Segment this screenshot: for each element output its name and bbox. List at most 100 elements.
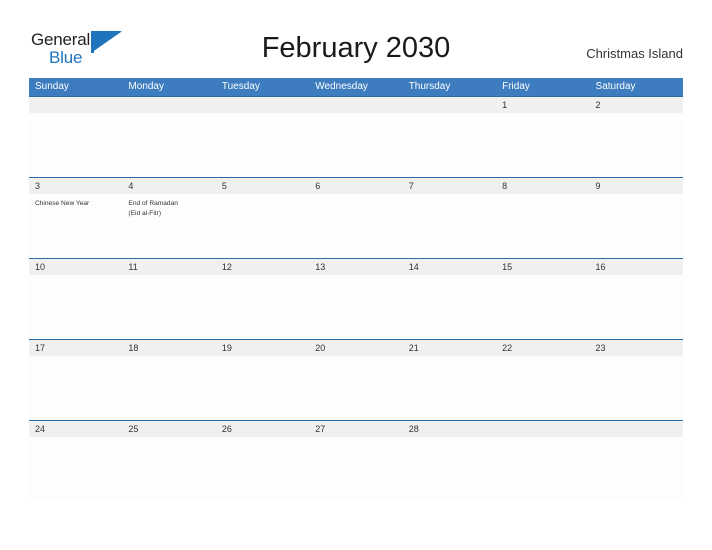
- day-number[interactable]: 20: [309, 340, 402, 356]
- day-cell-empty: [403, 356, 496, 420]
- day-cell-empty: [216, 113, 309, 177]
- day-cell-empty: [309, 194, 402, 258]
- calendar-week-row: 12: [29, 96, 683, 177]
- day-number[interactable]: 11: [122, 259, 215, 275]
- day-cell-empty: [496, 356, 589, 420]
- day-cell-empty: [496, 275, 589, 339]
- day-number[interactable]: 16: [590, 259, 683, 275]
- day-number[interactable]: 4: [122, 178, 215, 194]
- day-number[interactable]: 3: [29, 178, 122, 194]
- day-number-blank: [122, 97, 215, 113]
- calendar-week-row: 17 18 19 20 21 22 23: [29, 339, 683, 420]
- date-number-band: 24 25 26 27 28: [29, 421, 683, 437]
- day-cell-empty: [309, 275, 402, 339]
- event-text: Chinese New Year: [35, 200, 90, 207]
- event-text: (Eid al-Fitr): [128, 209, 162, 217]
- date-number-band: 17 18 19 20 21 22 23: [29, 340, 683, 356]
- day-number[interactable]: 14: [403, 259, 496, 275]
- event-band: [29, 437, 683, 501]
- calendar-week-row: 3 4 5 6 7 8 9 Chinese New Year End of Ramadan (Ei…: [29, 177, 683, 258]
- day-cell-empty: [122, 275, 215, 339]
- day-cell-empty: [403, 194, 496, 258]
- locale-label: Christmas Island: [586, 46, 683, 61]
- day-events[interactable]: Chinese New Year: [29, 194, 122, 258]
- day-number-blank: [590, 421, 683, 437]
- day-cell-empty: [496, 113, 589, 177]
- day-number[interactable]: 24: [29, 421, 122, 437]
- day-events[interactable]: End of Ramadan (Eid al-Fitr): [122, 194, 215, 258]
- month-calendar: Sunday Monday Tuesday Wednesday Thursday…: [29, 78, 683, 501]
- day-number[interactable]: 9: [590, 178, 683, 194]
- day-number[interactable]: 13: [309, 259, 402, 275]
- day-cell-empty: [590, 113, 683, 177]
- day-cell-empty: [309, 113, 402, 177]
- day-cell-empty: [403, 275, 496, 339]
- day-number[interactable]: 2: [590, 97, 683, 113]
- page-header: General Blue February 2030 Christmas Isl…: [0, 0, 712, 78]
- day-number[interactable]: 25: [122, 421, 215, 437]
- day-cell-empty: [216, 275, 309, 339]
- calendar-weeks: 1 2 3 4 5 6 7 8 9 Chinese New Year End of Ramadan(…: [29, 96, 683, 501]
- weekday-header-row: Sunday Monday Tuesday Wednesday Thursday…: [29, 78, 683, 96]
- event-band: [29, 275, 683, 339]
- day-number-blank: [309, 97, 402, 113]
- calendar-week-row: 10 11 12 13 14 15 16: [29, 258, 683, 339]
- day-cell-empty: [590, 437, 683, 501]
- day-cell-empty: [122, 437, 215, 501]
- day-number[interactable]: 28: [403, 421, 496, 437]
- day-cell-empty: [496, 194, 589, 258]
- day-number[interactable]: 6: [309, 178, 402, 194]
- day-cell-empty: [590, 194, 683, 258]
- day-cell-empty: [403, 437, 496, 501]
- day-cell-empty: [590, 275, 683, 339]
- day-number[interactable]: 18: [122, 340, 215, 356]
- date-number-band: 10 11 12 13 14 15 16: [29, 259, 683, 275]
- day-cell-empty: [29, 437, 122, 501]
- day-number[interactable]: 8: [496, 178, 589, 194]
- day-number[interactable]: 26: [216, 421, 309, 437]
- day-number-blank: [496, 421, 589, 437]
- weekday-saturday: Saturday: [595, 81, 636, 92]
- date-number-band: 3456789: [29, 178, 683, 194]
- day-number[interactable]: 22: [496, 340, 589, 356]
- day-cell-empty: [29, 275, 122, 339]
- day-cell-empty: [29, 356, 122, 420]
- event-band: Chinese New Year End of Ramadan (Eid al-Fi…: [29, 194, 683, 258]
- day-cell-empty: [29, 113, 122, 177]
- day-number-blank: [216, 97, 309, 113]
- event-text: End of Ramadan: [128, 200, 178, 207]
- day-number[interactable]: 23: [590, 340, 683, 356]
- weekday-friday: Friday: [502, 81, 530, 92]
- day-number-blank: [403, 97, 496, 113]
- day-number[interactable]: 12: [216, 259, 309, 275]
- weekday-wednesday: Wednesday: [315, 81, 368, 92]
- calendar-page: General Blue February 2030 Christmas Isl…: [0, 0, 712, 550]
- day-cell-empty: [309, 356, 402, 420]
- day-number[interactable]: 10: [29, 259, 122, 275]
- day-cell-empty: [216, 356, 309, 420]
- day-cell-empty: [216, 194, 309, 258]
- day-cell-empty: [122, 113, 215, 177]
- calendar-week-row: 24 25 26 27 28: [29, 420, 683, 501]
- day-cell-empty: [496, 437, 589, 501]
- day-number[interactable]: 27: [309, 421, 402, 437]
- weekday-sunday: Sunday: [35, 81, 69, 92]
- day-number[interactable]: 15: [496, 259, 589, 275]
- event-band: [29, 113, 683, 177]
- event-band: [29, 356, 683, 420]
- date-number-band: 12: [29, 97, 683, 113]
- day-number[interactable]: 19: [216, 340, 309, 356]
- day-number[interactable]: 1: [496, 97, 589, 113]
- day-cell-empty: [403, 113, 496, 177]
- day-cell-empty: [216, 437, 309, 501]
- day-number[interactable]: 21: [403, 340, 496, 356]
- weekday-monday: Monday: [128, 81, 164, 92]
- day-cell-empty: [122, 356, 215, 420]
- day-number[interactable]: 5: [216, 178, 309, 194]
- day-cell-empty: [590, 356, 683, 420]
- weekday-thursday: Thursday: [408, 81, 451, 92]
- day-number[interactable]: 7: [403, 178, 496, 194]
- weekday-tuesday: Tuesday: [221, 81, 260, 92]
- day-number-blank: [29, 97, 122, 113]
- day-number[interactable]: 17: [29, 340, 122, 356]
